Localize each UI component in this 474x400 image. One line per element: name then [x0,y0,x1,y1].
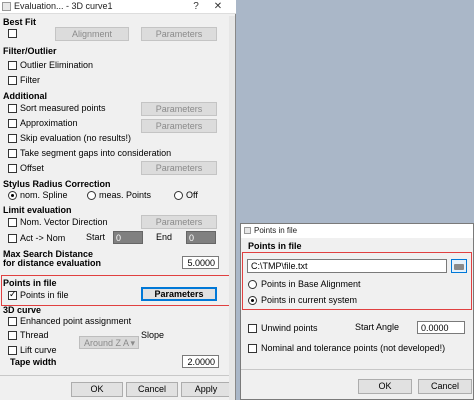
current-system-radio[interactable] [248,296,257,305]
scrollbar[interactable] [229,16,235,400]
points-dialog-title-bar[interactable]: Points in file [241,224,473,238]
unwind-label: Unwind points [261,323,318,333]
points-dialog-section: Points in file [248,241,302,251]
nom-vector-label: Nom. Vector Direction [20,217,108,227]
off-label: Off [186,190,198,200]
max-search-field[interactable]: 5.0000 [182,256,219,269]
act-nom-label: Act -> Nom [20,233,66,243]
segment-gaps-checkbox[interactable] [8,149,17,158]
max-search-label-2: for distance evaluation [3,258,102,268]
title-bar[interactable]: Evaluation... - 3D curve1 ? ✕ [0,0,236,14]
offset-checkbox[interactable] [8,164,17,173]
axis-select-value: Around Z A [84,338,130,348]
nominal-tolerance-label: Nominal and tolerance points (not develo… [261,343,446,353]
best-fit-header: Best Fit [3,17,37,27]
outlier-checkbox[interactable] [8,61,17,70]
app-icon [2,2,11,11]
points-dialog-title: Points in file [254,226,298,235]
chevron-down-icon: ▾ [130,338,135,348]
filter-header: Filter/Outlier [3,46,57,56]
slope-label: Slope [141,330,165,340]
meas-points-radio[interactable] [87,191,96,200]
points-ok-button[interactable]: OK [358,379,412,394]
end-field[interactable]: 0 [186,231,216,244]
axis-select[interactable]: Around Z A ▾ [79,336,139,349]
start-field[interactable]: 0 [113,231,143,244]
points-in-file-dialog: Points in file Points in file C:\TMP\fil… [240,223,474,400]
sort-parameters-button[interactable]: Parameters [141,102,217,116]
lift-curve-label: Lift curve [20,345,57,355]
enhanced-checkbox[interactable] [8,317,17,326]
lift-curve-checkbox[interactable] [8,346,17,355]
nom-vector-parameters-button[interactable]: Parameters [141,215,217,229]
points-dialog-divider [241,369,473,370]
nom-spline-label: nom. Spline [20,190,68,200]
approximation-checkbox[interactable] [8,119,17,128]
file-path-input[interactable]: C:\TMP\file.txt [247,259,447,273]
points-in-file-label: Points in file [20,290,69,300]
unwind-checkbox[interactable] [248,324,257,333]
best-fit-checkbox[interactable] [8,29,17,38]
points-cancel-button[interactable]: Cancel [418,379,472,394]
points-in-file-header: Points in file [3,278,57,288]
enhanced-label: Enhanced point assignment [20,316,132,326]
base-alignment-label: Points in Base Alignment [261,279,361,289]
close-icon[interactable]: ✕ [210,0,226,14]
folder-open-button[interactable] [451,259,467,273]
base-alignment-radio[interactable] [248,280,257,289]
skip-evaluation-label: Skip evaluation (no results!) [20,133,132,143]
nom-spline-radio[interactable] [8,191,17,200]
evaluation-dialog: Evaluation... - 3D curve1 ? ✕ Best Fit A… [0,0,236,400]
sort-checkbox[interactable] [8,104,17,113]
start-label: Start [86,232,106,242]
off-radio[interactable] [174,191,183,200]
alignment-button[interactable]: Alignment [55,27,129,41]
segment-gaps-label: Take segment gaps into consideration [20,148,172,158]
cancel-button[interactable]: Cancel [126,382,178,397]
end-label: End [156,232,173,242]
nominal-tolerance-checkbox[interactable] [248,344,257,353]
approximation-parameters-button[interactable]: Parameters [141,119,217,133]
curve3d-header: 3D curve [3,305,42,315]
sort-label: Sort measured points [20,103,106,113]
help-icon[interactable]: ? [188,0,204,14]
start-angle-field[interactable]: 0.0000 [417,321,465,334]
points-in-file-parameters-button[interactable]: Parameters [141,287,217,301]
offset-parameters-button[interactable]: Parameters [141,161,217,175]
nom-vector-checkbox[interactable] [8,218,17,227]
dialog-icon [244,227,251,234]
outlier-label: Outlier Elimination [20,60,94,70]
best-fit-parameters-button[interactable]: Parameters [141,27,217,41]
meas-points-label: meas. Points [99,190,152,200]
tape-width-label: Tape width [10,357,57,367]
points-in-file-checkbox[interactable] [8,289,17,300]
stylus-header: Stylus Radius Correction [3,179,111,189]
approximation-label: Approximation [20,118,78,128]
folder-icon [454,264,464,270]
window-title: Evaluation... - 3D curve1 [14,1,113,11]
ok-button[interactable]: OK [71,382,123,397]
footer-divider [0,375,230,376]
current-system-label: Points in current system [261,295,358,305]
tape-width-field[interactable]: 2.0000 [182,355,219,368]
apply-button[interactable]: Apply [181,382,231,397]
start-angle-label: Start Angle [355,322,400,332]
thread-checkbox[interactable] [8,331,17,340]
limit-header: Limit evaluation [3,205,72,215]
thread-label: Thread [20,330,49,340]
act-nom-checkbox[interactable] [8,234,17,243]
skip-evaluation-checkbox[interactable] [8,134,17,143]
additional-header: Additional [3,91,47,101]
filter-checkbox[interactable] [8,76,17,85]
filter-label: Filter [20,75,40,85]
offset-label: Offset [20,163,44,173]
